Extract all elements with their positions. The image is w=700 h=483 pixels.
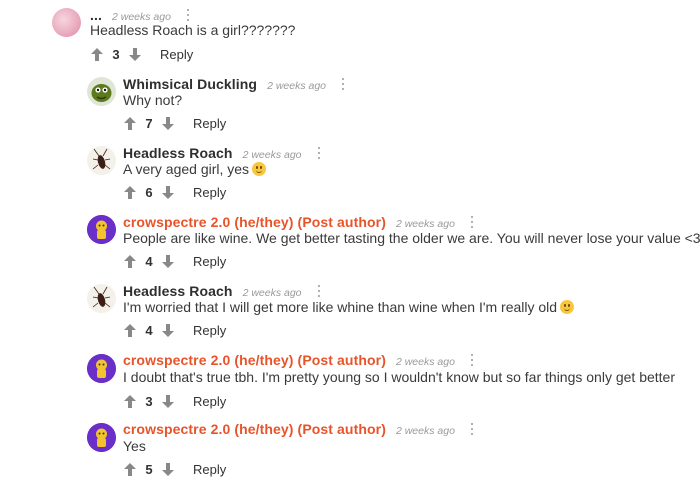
comment-meta: Whimsical Duckling 2 weeks ago (123, 76, 350, 92)
kebab-menu-icon[interactable] (465, 422, 479, 436)
comment-6: crowspectre 2.0 (he/they) (Post author) … (0, 416, 700, 483)
comment-text-content: A very aged girl, yes (123, 161, 250, 177)
comment-meta: Headless Roach 2 weeks ago (123, 145, 326, 161)
comment-3: crowspectre 2.0 (he/they) (Post author) … (0, 208, 700, 276)
cockroach-avatar-icon (92, 286, 111, 308)
comment-actions: 3 Reply (90, 45, 193, 63)
kebab-menu-icon[interactable] (312, 146, 326, 160)
kebab-menu-icon[interactable] (312, 284, 326, 298)
arrow-down-icon[interactable] (161, 115, 175, 131)
yellow-figure-avatar-icon (87, 215, 116, 244)
comment-actions: 4 Reply (123, 252, 226, 270)
arrow-down-icon[interactable] (161, 322, 175, 338)
kebab-menu-icon[interactable] (336, 77, 350, 91)
comment-text: I doubt that's true tbh. I'm pretty youn… (123, 369, 675, 385)
avatar[interactable] (52, 8, 81, 37)
timestamp: 2 weeks ago (395, 356, 455, 368)
vote-count: 5 (145, 461, 153, 477)
author-name[interactable]: crowspectre 2.0 (he/they) (Post author) (123, 214, 386, 230)
upside-down-face-icon (252, 162, 267, 176)
kebab-menu-icon[interactable] (181, 8, 195, 22)
yellow-figure-avatar-icon (87, 423, 116, 452)
timestamp: 2 weeks ago (242, 287, 302, 299)
arrow-down-icon[interactable] (161, 461, 175, 477)
vote-count: 3 (112, 46, 120, 62)
comment-5: crowspectre 2.0 (he/they) (Post author) … (0, 347, 700, 415)
vote-count: 4 (145, 253, 153, 269)
avatar[interactable] (87, 77, 116, 106)
avatar[interactable] (87, 284, 116, 313)
comment-text: People are like wine. We get better tast… (123, 230, 700, 246)
timestamp: 2 weeks ago (242, 149, 302, 161)
comment-text: Headless Roach is a girl??????? (90, 22, 296, 38)
avatar[interactable] (87, 215, 116, 244)
arrow-up-icon[interactable] (123, 461, 137, 477)
reply-button[interactable]: Reply (193, 254, 226, 269)
author-name[interactable]: crowspectre 2.0 (he/they) (Post author) (123, 352, 386, 368)
reply-button[interactable]: Reply (193, 116, 226, 131)
arrow-down-icon[interactable] (161, 253, 175, 269)
comment-actions: 7 Reply (123, 114, 226, 132)
cockroach-avatar-icon (92, 148, 111, 170)
avatar[interactable] (87, 423, 116, 452)
vote-count: 6 (145, 184, 153, 200)
avatar[interactable] (87, 354, 116, 383)
comment-meta: ... 2 weeks ago (90, 7, 195, 23)
reply-button[interactable]: Reply (193, 323, 226, 338)
author-name[interactable]: crowspectre 2.0 (he/they) (Post author) (123, 421, 386, 437)
comment-actions: 5 Reply (123, 460, 226, 478)
green-creature-avatar-icon (91, 84, 112, 102)
arrow-up-icon[interactable] (123, 393, 137, 409)
reply-button[interactable]: Reply (193, 394, 226, 409)
comment-actions: 6 Reply (123, 183, 226, 201)
vote-count: 3 (145, 393, 153, 409)
arrow-up-icon[interactable] (123, 322, 137, 338)
comment-meta: crowspectre 2.0 (he/they) (Post author) … (123, 214, 479, 230)
author-name[interactable]: Whimsical Duckling (123, 76, 257, 92)
reply-button[interactable]: Reply (193, 185, 226, 200)
comment-text-content: I'm worried that I will get more like wh… (123, 299, 558, 315)
comment-1: Whimsical Duckling 2 weeks ago Why not? … (0, 70, 700, 138)
comment-text: Why not? (123, 92, 183, 108)
vote-count: 7 (145, 115, 153, 131)
arrow-down-icon[interactable] (161, 393, 175, 409)
vote-count: 4 (145, 322, 153, 338)
comment-text: A very aged girl, yes (123, 161, 267, 177)
kebab-menu-icon[interactable] (465, 353, 479, 367)
comment-0: ... 2 weeks ago Headless Roach is a girl… (0, 0, 700, 68)
arrow-down-icon[interactable] (128, 46, 142, 62)
arrow-up-icon[interactable] (123, 253, 137, 269)
author-name[interactable]: Headless Roach (123, 283, 233, 299)
upside-down-face-icon (560, 300, 575, 314)
timestamp: 2 weeks ago (267, 80, 327, 92)
timestamp: 2 weeks ago (395, 218, 455, 230)
kebab-menu-icon[interactable] (465, 215, 479, 229)
avatar[interactable] (87, 146, 116, 175)
author-name[interactable]: Headless Roach (123, 145, 233, 161)
arrow-up-icon[interactable] (123, 115, 137, 131)
comment-meta: crowspectre 2.0 (he/they) (Post author) … (123, 352, 479, 368)
comment-meta: crowspectre 2.0 (he/they) (Post author) … (123, 421, 479, 437)
author-name[interactable]: ... (90, 7, 102, 23)
comment-actions: 4 Reply (123, 321, 226, 339)
yellow-figure-avatar-icon (87, 354, 116, 383)
comment-text: I'm worried that I will get more like wh… (123, 299, 575, 315)
comment-actions: 3 Reply (123, 392, 226, 410)
comment-meta: Headless Roach 2 weeks ago (123, 283, 326, 299)
arrow-down-icon[interactable] (161, 184, 175, 200)
reply-button[interactable]: Reply (160, 47, 193, 62)
timestamp: 2 weeks ago (395, 425, 455, 437)
reply-button[interactable]: Reply (193, 462, 226, 477)
comment-2: Headless Roach 2 weeks ago A very aged g… (0, 139, 700, 207)
arrow-up-icon[interactable] (90, 46, 104, 62)
comment-text: Yes (123, 438, 146, 454)
comment-4: Headless Roach 2 weeks ago I'm worried t… (0, 277, 700, 345)
arrow-up-icon[interactable] (123, 184, 137, 200)
